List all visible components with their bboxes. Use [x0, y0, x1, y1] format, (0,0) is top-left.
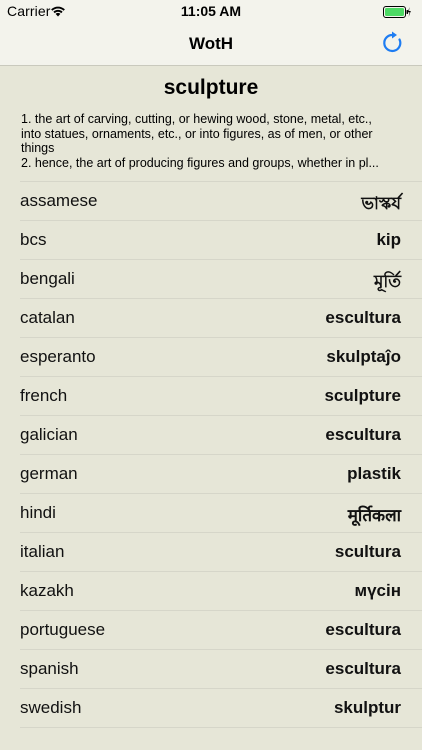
- language-name: swedish: [20, 698, 82, 717]
- language-name: esperanto: [20, 347, 96, 366]
- translation-row[interactable]: bcs kip: [20, 220, 422, 259]
- language-name: french: [20, 386, 68, 405]
- definition: 1. the art of carving, cutting, or hewin…: [21, 112, 402, 170]
- language-name: italian: [20, 542, 65, 561]
- translated-word: sculpture: [324, 386, 401, 405]
- language-name: portuguese: [20, 620, 106, 639]
- translated-word: ভাস্কৰ্য: [361, 194, 401, 213]
- language-name: assamese: [20, 191, 98, 210]
- translated-word: escultura: [325, 425, 401, 444]
- clock-time: 11:05 AM: [180, 3, 242, 19]
- translation-row[interactable]: kazakh мүсін: [20, 571, 422, 610]
- definition-line: 2. hence, the art of producing figures a…: [21, 155, 379, 170]
- navigation-bar: WotH: [0, 22, 422, 66]
- translated-word: skulptur: [333, 698, 401, 717]
- definition-line: into statues, ornaments, etc., or into f…: [21, 126, 373, 141]
- translation-row[interactable]: assamese ভাস্কৰ্য: [20, 181, 422, 220]
- translation-row[interactable]: bengali মূর্তি: [20, 259, 422, 298]
- language-name: bcs: [20, 230, 47, 249]
- translated-word: scultura: [334, 542, 401, 561]
- translation-row[interactable]: french sculpture: [20, 376, 422, 415]
- translation-row[interactable]: spanish escultura: [20, 649, 422, 688]
- translated-word: мүсін: [354, 581, 401, 600]
- refresh-icon: [383, 31, 402, 53]
- definition-line: things: [21, 141, 55, 155]
- language-name: german: [20, 464, 78, 483]
- translation-list: assamese ভাস্কৰ্য bcs kip bengali মূর্তি…: [0, 181, 422, 728]
- translation-row[interactable]: portuguese escultura: [20, 610, 422, 649]
- language-name: catalan: [20, 308, 75, 327]
- translated-word: escultura: [325, 308, 401, 327]
- translated-word: escultura: [325, 620, 401, 639]
- translated-word: plastik: [347, 464, 401, 483]
- translated-word: मूर्तिकला: [347, 506, 401, 525]
- definition-line: 1. the art of carving, cutting, or hewin…: [21, 112, 372, 126]
- entry-content: sculpture 1. the art of carving, cutting…: [0, 66, 422, 728]
- language-name: hindi: [20, 503, 56, 522]
- translated-word: মূর্তি: [373, 272, 401, 291]
- translation-row[interactable]: italian scultura: [20, 532, 422, 571]
- translation-row[interactable]: catalan escultura: [20, 298, 422, 337]
- language-name: kazakh: [20, 581, 74, 600]
- translated-word: escultura: [325, 659, 401, 678]
- translation-row[interactable]: swedish skulptur: [20, 688, 422, 728]
- translated-word: skulptaĵo: [326, 347, 401, 366]
- translation-row[interactable]: esperanto skulptaĵo: [20, 337, 422, 376]
- translation-row[interactable]: german plastik: [20, 454, 422, 493]
- battery-icon: [383, 5, 411, 21]
- language-name: bengali: [20, 269, 75, 288]
- language-name: spanish: [20, 659, 79, 678]
- translated-word: kip: [376, 230, 401, 249]
- headword: sculpture: [163, 76, 259, 99]
- refresh-button[interactable]: [380, 30, 406, 56]
- language-name: galician: [20, 425, 78, 444]
- translation-row[interactable]: hindi मूर्तिकला: [20, 493, 422, 532]
- app-title: WotH: [188, 34, 234, 53]
- translation-row[interactable]: galician escultura: [20, 415, 422, 454]
- status-bar: Carrier 11:05 AM: [0, 0, 422, 22]
